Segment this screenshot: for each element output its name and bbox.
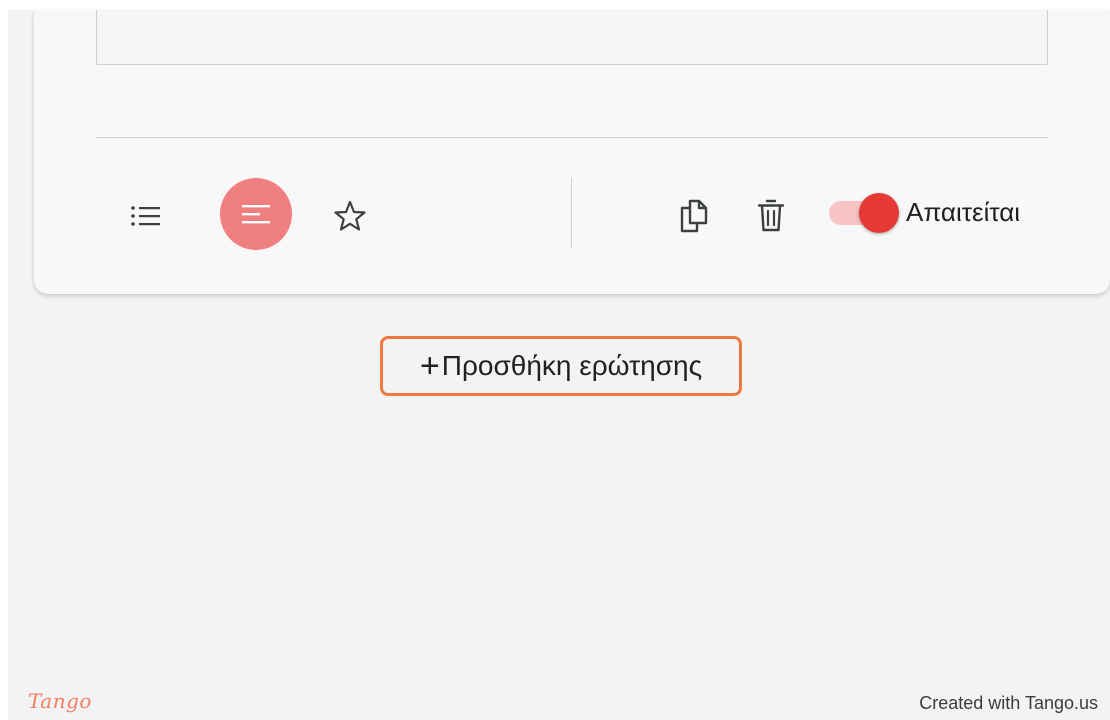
duplicate-button[interactable] [667, 190, 719, 242]
toggle-thumb [859, 193, 899, 233]
copy-icon [677, 198, 709, 234]
add-question-label: Προσθήκη ερώτησης [441, 350, 703, 381]
required-label: Απαιτείται [906, 197, 1021, 227]
tango-logo: Tango [28, 689, 92, 713]
star-outline-icon [333, 199, 367, 233]
trash-icon [756, 198, 786, 234]
tango-footer: Tango Created with Tango.us [8, 684, 1110, 720]
star-button[interactable] [324, 190, 376, 242]
required-toggle[interactable] [829, 193, 901, 233]
list-bullets-icon [130, 204, 162, 228]
card-divider [96, 137, 1048, 138]
plus-icon: + [419, 347, 440, 385]
question-card: Απαιτείται [34, 10, 1110, 294]
paragraph-format-button[interactable] [220, 178, 292, 250]
toolbar-divider [571, 178, 572, 248]
add-question-button[interactable]: + Προσθήκη ερώτησης [380, 336, 742, 396]
list-format-button[interactable] [120, 190, 172, 242]
answer-text-box [96, 10, 1048, 65]
created-with-text: Created with Tango.us [919, 693, 1098, 713]
short-text-icon [240, 203, 272, 225]
delete-button[interactable] [745, 190, 797, 242]
form-editor-area: Απαιτείται + Προσθήκη ερώτησης [8, 10, 1110, 684]
